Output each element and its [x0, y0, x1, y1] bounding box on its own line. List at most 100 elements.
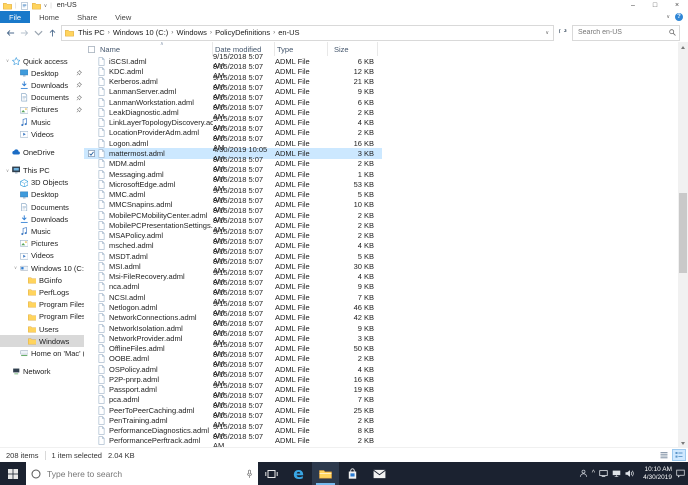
explorer-app-icon — [3, 2, 12, 10]
address-dropdown-icon[interactable]: ∨ — [545, 30, 550, 36]
tab-view[interactable]: View — [106, 11, 140, 23]
tray-network-icon[interactable] — [612, 469, 621, 478]
taskbar-search-input[interactable] — [45, 467, 242, 480]
clock-date: 4/30/2019 — [643, 473, 672, 481]
details-view-button[interactable] — [672, 449, 686, 461]
file-name: Msi-FileRecovery.adml — [109, 272, 185, 282]
column-header-size[interactable]: Size — [328, 42, 378, 56]
select-all-checkbox[interactable] — [84, 42, 98, 56]
sidebar-item[interactable]: ∨ This PC — [0, 165, 84, 177]
vertical-scrollbar[interactable] — [678, 42, 688, 448]
up-icon[interactable] — [47, 28, 58, 37]
tab-share[interactable]: Share — [68, 11, 106, 23]
file-type: ADML File — [275, 364, 310, 374]
file-icon — [98, 313, 109, 323]
breadcrumb-item[interactable]: en-US — [275, 28, 302, 37]
videos-icon — [19, 252, 29, 261]
forward-icon[interactable] — [19, 29, 30, 37]
file-name: iSCSI.adml — [109, 56, 147, 66]
sidebar-item[interactable]: Desktop — [0, 67, 84, 79]
file-explorer-button[interactable] — [312, 462, 339, 485]
sidebar-item[interactable]: Downloads — [0, 213, 84, 225]
store-button[interactable] — [339, 462, 366, 485]
refresh-icon[interactable] — [557, 28, 569, 37]
close-button[interactable]: × — [666, 0, 688, 11]
file-name: NetworkIsolation.adml — [109, 323, 183, 333]
tab-home[interactable]: Home — [30, 11, 68, 23]
sidebar-item[interactable]: Music — [0, 225, 84, 237]
row-checkbox[interactable] — [84, 150, 98, 157]
tab-file[interactable]: File — [0, 11, 31, 23]
list-view-button[interactable] — [657, 449, 671, 461]
breadcrumb-item[interactable]: This PC — [75, 28, 108, 37]
sidebar-item[interactable]: Pictures — [0, 104, 84, 116]
recent-locations-chevron-icon[interactable] — [33, 29, 44, 37]
ribbon-collapse-icon[interactable]: ∨ — [666, 14, 670, 20]
sidebar-item[interactable]: PerfLogs — [0, 286, 84, 298]
sidebar-item[interactable]: Music — [0, 116, 84, 128]
taskbar-clock[interactable]: 10:10 AM 4/30/2019 — [638, 466, 672, 481]
help-icon[interactable]: ? — [675, 13, 683, 21]
desktop-icon — [19, 69, 29, 78]
tray-volume-icon[interactable] — [625, 469, 634, 478]
microphone-icon[interactable] — [246, 469, 253, 479]
start-button[interactable] — [0, 462, 26, 485]
sidebar-item[interactable]: Pictures — [0, 238, 84, 250]
tray-display-icon[interactable] — [599, 469, 608, 478]
hidden-icons-chevron-icon[interactable]: ^ — [592, 470, 595, 477]
qat-properties-icon[interactable] — [20, 1, 29, 10]
file-icon — [98, 77, 109, 86]
sidebar-item[interactable]: 3D Objects — [0, 177, 84, 189]
search-box[interactable] — [572, 24, 680, 41]
breadcrumb-item[interactable]: Windows 10 (C:) — [110, 28, 171, 37]
maximize-button[interactable]: □ — [644, 0, 666, 11]
file-icon — [98, 292, 109, 302]
sidebar-item[interactable]: Documents — [0, 92, 84, 104]
file-icon — [98, 395, 109, 405]
sidebar-item[interactable]: ∨ Quick access — [0, 55, 84, 67]
breadcrumb-item[interactable]: Windows — [173, 28, 209, 37]
action-center-icon[interactable] — [676, 469, 685, 478]
search-input[interactable] — [576, 28, 669, 37]
sidebar-item[interactable]: OneDrive — [0, 146, 84, 158]
file-name: NetworkConnections.adml — [109, 313, 197, 323]
scrollbar-thumb[interactable] — [679, 193, 687, 273]
breadcrumb-item[interactable]: PolicyDefinitions — [212, 28, 273, 37]
file-type: ADML File — [275, 179, 310, 189]
file-icon — [98, 169, 109, 179]
pictures-icon — [19, 106, 29, 115]
file-size: 1 KB — [357, 169, 374, 179]
file-name: MSAPolicy.adml — [109, 231, 164, 241]
people-icon[interactable] — [579, 469, 588, 478]
sidebar-item[interactable]: Program Files — [0, 299, 84, 311]
column-header-type[interactable]: Type — [275, 42, 328, 56]
sidebar-item[interactable]: Videos — [0, 250, 84, 262]
address-input[interactable]: This PC › Windows 10 (C:) › Windows › PolicyDe… — [61, 24, 554, 41]
file-row[interactable]: PerformancePerftrack.adml 9/15/2018 5:07 … — [84, 432, 382, 448]
column-header-name-label: Name — [100, 45, 121, 54]
store-icon — [346, 467, 359, 480]
back-icon[interactable] — [5, 29, 16, 37]
sidebar-item[interactable]: ∨ Windows 10 (C:) — [0, 262, 84, 274]
sidebar-item[interactable]: Downloads — [0, 79, 84, 91]
sidebar-item[interactable]: Videos — [0, 128, 84, 140]
minimize-button[interactable]: – — [622, 0, 644, 11]
sidebar-item[interactable]: Desktop — [0, 189, 84, 201]
sidebar-item[interactable]: Users — [0, 323, 84, 335]
qat-customize-chevron-icon[interactable]: ∨ — [44, 3, 48, 9]
qat-new-folder-icon[interactable] — [31, 2, 41, 10]
mail-button[interactable] — [366, 462, 393, 485]
sidebar-item[interactable]: Network — [0, 366, 84, 378]
file-icon — [98, 282, 109, 292]
column-header-name[interactable]: ∧ Name — [98, 42, 213, 56]
sidebar-item[interactable]: Program Files (x86) — [0, 311, 84, 323]
network-icon — [11, 367, 21, 376]
edge-button[interactable]: e — [285, 462, 312, 485]
scroll-up-icon[interactable] — [678, 42, 688, 52]
sidebar-item[interactable]: BGinfo — [0, 274, 84, 286]
sidebar-item[interactable]: Windows — [0, 335, 84, 348]
sidebar-item[interactable]: Documents — [0, 201, 84, 213]
taskbar-search[interactable] — [26, 462, 258, 485]
sidebar-item[interactable]: Home on 'Mac' (Z:) — [0, 347, 84, 359]
task-view-button[interactable] — [258, 462, 285, 485]
